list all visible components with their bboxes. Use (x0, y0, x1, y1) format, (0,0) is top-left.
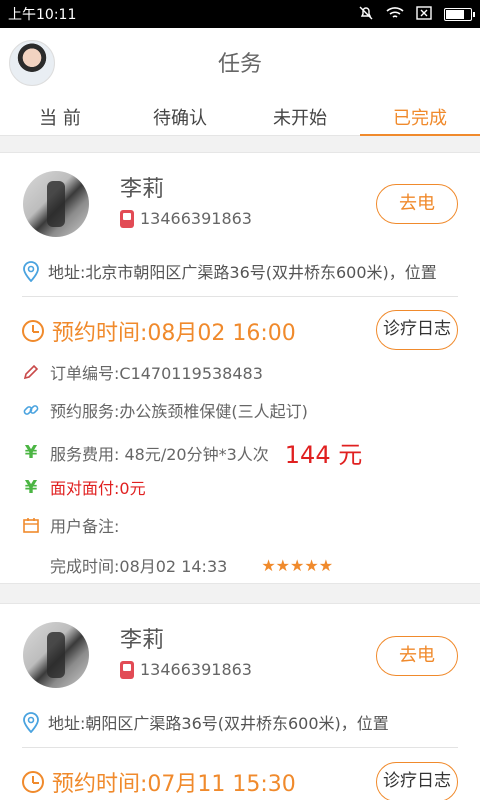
f2f-row: ¥ 面对面付:0元 (22, 475, 146, 499)
address-row[interactable]: 地址:北京市朝阳区广渠路36号(双井桥东600米)，位置 (22, 259, 437, 283)
order-card[interactable]: 李莉 13466391863 去电 地址:朝阳区广渠路36号(双井桥东600米)… (0, 603, 480, 800)
finish-time: 完成时间:08月02 14:33 (50, 557, 228, 576)
finish-row: 完成时间:08月02 14:33 ★★★★★ (50, 553, 333, 577)
address-text: 地址:北京市朝阳区广渠路36号(双井桥东600米)，位置 (48, 263, 437, 282)
phone-icon (120, 209, 134, 228)
tab-bar: 当 前 待确认 未开始 已完成 (0, 98, 480, 136)
battery-icon (444, 7, 475, 21)
appointment-time: 预约时间:07月11 15:30 (52, 772, 296, 797)
order-number: 订单编号:C1470119538483 (50, 364, 263, 383)
phone-number: 13466391863 (140, 660, 252, 679)
divider (22, 296, 458, 297)
app-header: 任务 (0, 28, 480, 98)
total-price: 144 元 (284, 441, 363, 469)
user-remark: 用户备注: (50, 517, 120, 536)
customer-photo (23, 171, 89, 237)
tab-not-started[interactable]: 未开始 (240, 98, 360, 135)
treatment-log-button[interactable]: 诊疗日志 (376, 762, 458, 800)
tab-pending-confirm[interactable]: 待确认 (120, 98, 240, 135)
treatment-log-button[interactable]: 诊疗日志 (376, 310, 458, 350)
service-row: 预约服务:办公族颈椎保健(三人起订) (22, 398, 308, 422)
yen-icon: ¥ (24, 442, 38, 463)
calendar-icon (22, 516, 40, 534)
order-number-row: 订单编号:C1470119538483 (22, 360, 263, 384)
location-pin-icon (22, 711, 40, 734)
status-time: 上午10:11 (8, 7, 77, 23)
divider (22, 747, 458, 748)
clock-icon (22, 771, 44, 793)
order-card[interactable]: 李莉 13466391863 去电 地址:北京市朝阳区广渠路36号(双井桥东60… (0, 152, 480, 584)
location-pin-icon (22, 260, 40, 283)
status-icons (358, 5, 475, 24)
service-name: 预约服务:办公族颈椎保健(三人起订) (50, 402, 308, 421)
appointment-row: 预约时间:08月02 16:00 (22, 315, 296, 347)
fee-row: ¥ 服务费用: 48元/20分钟*3人次 144 元 (22, 435, 362, 470)
customer-name: 李莉 (120, 628, 165, 653)
pencil-icon (22, 363, 40, 381)
address-text: 地址:朝阳区广渠路36号(双井桥东600米)，位置 (48, 714, 389, 733)
call-button[interactable]: 去电 (376, 636, 458, 676)
appointment-row: 预约时间:07月11 15:30 (22, 766, 296, 798)
no-sim-icon (416, 5, 432, 23)
tab-completed[interactable]: 已完成 (360, 98, 480, 136)
status-bar: 上午10:11 (0, 0, 480, 28)
remark-row: 用户备注: (22, 513, 119, 537)
mute-bell-icon (358, 5, 374, 24)
wifi-icon (386, 6, 404, 23)
address-row[interactable]: 地址:朝阳区广渠路36号(双井桥东600米)，位置 (22, 710, 389, 734)
customer-photo (23, 622, 89, 688)
fee-text: 服务费用: 48元/20分钟*3人次 (50, 444, 269, 464)
clock-icon (22, 320, 44, 342)
phone-icon (120, 660, 134, 679)
page-title: 任务 (217, 52, 262, 77)
rating-stars: ★★★★★ (261, 555, 334, 575)
customer-name: 李莉 (120, 177, 165, 202)
appointment-time: 预约时间:08月02 16:00 (52, 321, 296, 346)
tab-current[interactable]: 当 前 (0, 98, 120, 135)
call-button[interactable]: 去电 (376, 184, 458, 224)
customer-phone: 13466391863 (120, 209, 252, 228)
link-icon (22, 401, 40, 419)
yen-icon: ¥ (24, 476, 38, 498)
f2f-payment: 面对面付:0元 (50, 479, 146, 498)
phone-number: 13466391863 (140, 209, 252, 228)
customer-phone: 13466391863 (120, 660, 252, 679)
